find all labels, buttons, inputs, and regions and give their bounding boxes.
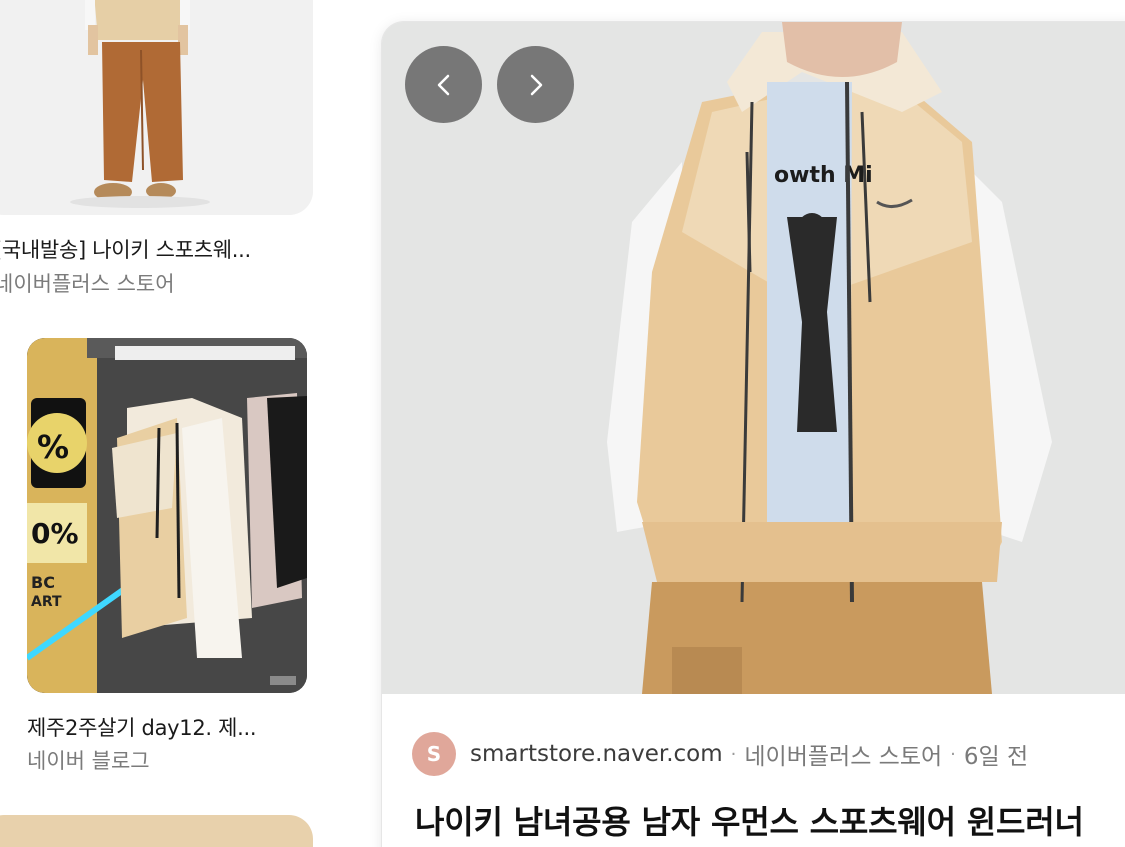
image-preview-panel: owth Mi S smartstore.naver.com · 네이버플러스 … <box>382 22 1125 847</box>
result-source-1: 네이버플러스 스토어 <box>0 272 175 296</box>
product-photo-trousers <box>0 0 313 215</box>
chevron-right-icon <box>530 74 542 95</box>
result-thumbnail-3[interactable] <box>0 815 313 847</box>
result-thumbnail-2[interactable]: % 0% BC ART <box>27 338 307 693</box>
svg-text:%: % <box>37 428 69 466</box>
result-title-1[interactable]: [국내발송] 나이키 스포츠웨... <box>0 234 251 264</box>
preview-source-line: S smartstore.naver.com · 네이버플러스 스토어 · 6일… <box>412 732 1028 776</box>
preview-image[interactable]: owth Mi <box>382 22 1125 694</box>
previous-image-button[interactable] <box>405 46 482 123</box>
svg-text:BC: BC <box>31 573 55 592</box>
result-source-2: 네이버 블로그 <box>27 749 150 773</box>
site-favicon: S <box>412 732 456 776</box>
store-rack-photo: % 0% BC ART <box>27 338 307 693</box>
separator-dot: · <box>730 743 737 765</box>
preview-age: 6일 전 <box>963 744 1029 770</box>
preview-source-name: 네이버플러스 스토어 <box>744 744 943 770</box>
result-thumbnail-1[interactable] <box>0 0 313 215</box>
preview-product-title[interactable]: 나이키 남녀공용 남자 우먼스 스포츠웨어 윈드러너 <box>415 797 1084 843</box>
product-photo-windrunner: owth Mi <box>382 22 1125 694</box>
image-search-results: [국내발송] 나이키 스포츠웨... 네이버플러스 스토어 % 0% BC AR… <box>0 0 1125 847</box>
next-image-button[interactable] <box>497 46 574 123</box>
preview-domain[interactable]: smartstore.naver.com <box>470 741 723 767</box>
separator-dot: · <box>950 743 956 765</box>
svg-text:0%: 0% <box>31 517 79 550</box>
result-title-2[interactable]: 제주2주살기 day12. 제... <box>27 712 257 742</box>
chevron-left-icon <box>437 74 449 95</box>
svg-text:owth Mi: owth Mi <box>774 163 873 188</box>
svg-text:ART: ART <box>31 594 62 610</box>
